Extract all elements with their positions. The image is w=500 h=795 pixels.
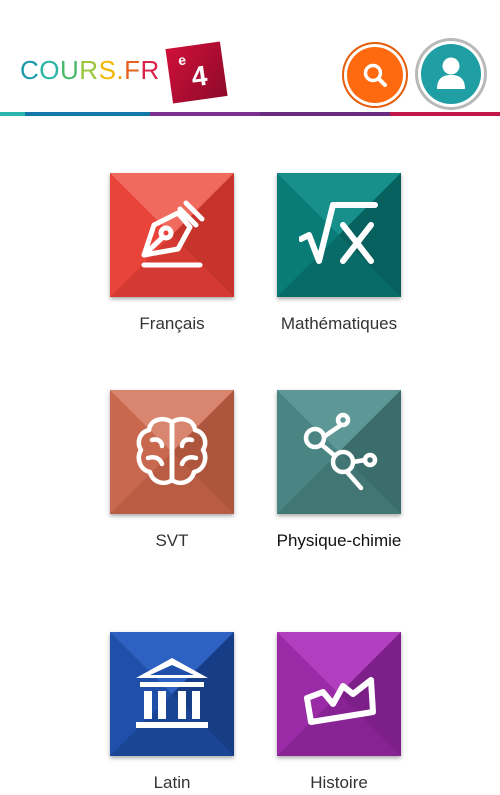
logo-letter: O (39, 55, 61, 85)
grade-suffix: e (177, 51, 187, 69)
search-icon (363, 63, 387, 87)
square-root-x-icon (299, 202, 378, 264)
grade-badge[interactable]: 4e (165, 41, 228, 104)
subject-label: Histoire (310, 773, 368, 792)
cours-fr-logo[interactable]: COURS.FR (20, 55, 160, 85)
logo-letter: F (124, 55, 141, 85)
app-header: COURS.FR 4e (0, 0, 500, 116)
brain-icon (136, 417, 208, 485)
user-icon (437, 57, 465, 89)
subject-label: Physique-chimie (276, 531, 402, 550)
molecule-icon (303, 412, 378, 491)
subject-tile-latin-square (110, 632, 234, 756)
logo-letter: . (116, 55, 125, 85)
logo-letter: R (140, 55, 160, 85)
subject-tile-mathematiques-square (277, 173, 401, 297)
crown-icon (304, 677, 376, 725)
temple-icon (136, 658, 208, 728)
subject-tile-physique-chimie-square (277, 390, 401, 514)
logo-letter: C (20, 55, 40, 85)
subject-label: SVT (155, 531, 189, 550)
logo-letter: S (98, 55, 117, 85)
logo-letter: R (79, 55, 99, 85)
header-divider (0, 112, 500, 116)
profile-button[interactable] (421, 44, 481, 104)
subject-tile-histoire-square (277, 632, 401, 756)
subject-tile-svt-square (110, 390, 234, 514)
subject-tile-francais-square (110, 173, 234, 297)
logo-letter: U (60, 55, 80, 85)
grade-number: 4 (189, 59, 210, 93)
pen-nib-icon (141, 200, 205, 268)
search-button[interactable] (347, 47, 403, 103)
subject-label: Mathématiques (280, 314, 398, 333)
